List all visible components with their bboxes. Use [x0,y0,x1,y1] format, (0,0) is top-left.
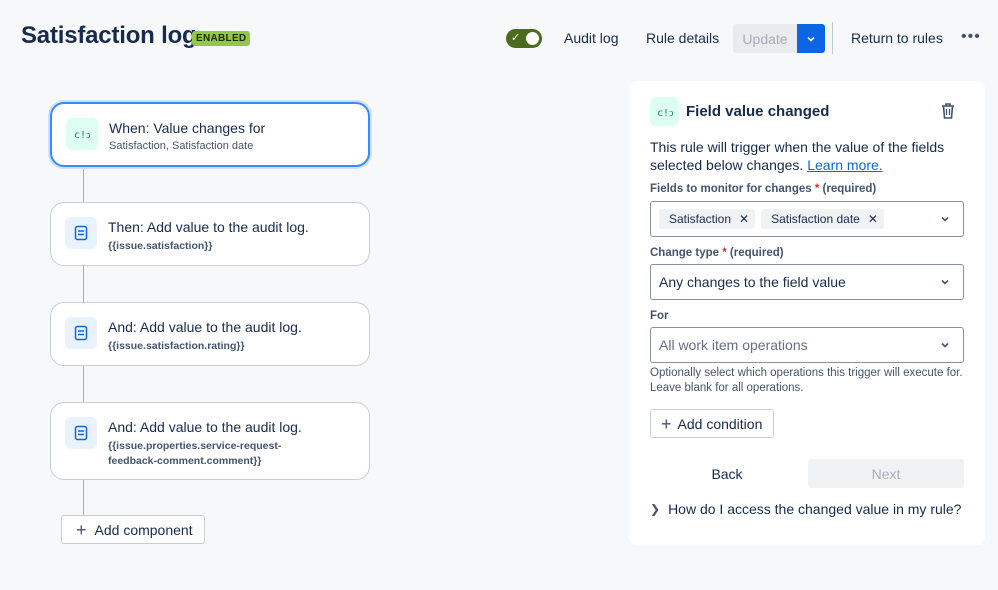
select-placeholder: All work item operations [659,337,808,353]
remove-chip-icon[interactable]: ✕ [739,212,749,226]
flow-card-action[interactable]: Then: Add value to the audit log. {{issu… [50,202,370,266]
page-title: Satisfaction log [21,22,197,49]
flow-connector [83,480,84,516]
header-divider [832,22,833,54]
fields-label: Fields to monitor for changes * (require… [650,183,876,195]
rule-details-button[interactable]: Rule details [646,30,719,47]
field-chip: Satisfaction date ✕ [761,209,884,229]
plus-icon: + [661,413,672,434]
label-text: Fields to monitor for changes [650,183,812,195]
expander-label: How do I access the changed value in my … [668,501,962,517]
card-subtitle: {{issue.satisfaction}} [108,240,213,252]
audit-log-icon [65,417,97,449]
chevron-down-icon [941,279,949,285]
required-text: (required) [729,247,784,259]
fields-multiselect[interactable]: Satisfaction ✕ Satisfaction date ✕ [650,201,964,237]
trigger-icon: c!ↄ [650,97,679,126]
change-type-select[interactable]: Any changes to the field value [650,264,964,300]
help-expander[interactable]: ❯ How do I access the changed value in m… [650,501,961,517]
chevron-down-icon [807,36,815,42]
card-subtitle: Satisfaction, Satisfaction date [109,140,254,152]
flow-connector [83,167,84,203]
field-chip: Satisfaction ✕ [659,209,756,229]
card-title: And: Add value to the audit log. [108,319,302,335]
panel-description: This rule will trigger when the value of… [650,138,970,174]
flow-card-trigger[interactable]: c!ↄ When: Value changes for Satisfaction… [50,102,370,167]
svg-text:c!ↄ: c!ↄ [657,108,673,118]
update-button[interactable]: Update [733,24,797,53]
change-type-label: Change type * (required) [650,247,784,259]
chevron-right-icon: ❯ [650,502,661,516]
flow-card-action[interactable]: And: Add value to the audit log. {{issue… [50,302,370,366]
more-actions-icon[interactable]: ••• [961,28,981,46]
audit-log-button[interactable]: Audit log [564,30,618,47]
add-condition-button[interactable]: + Add condition [650,409,774,438]
flow-connector [83,366,84,402]
status-badge: ENABLED [192,31,251,46]
add-condition-label: Add condition [677,415,763,432]
select-value: Any changes to the field value [659,274,846,290]
next-button[interactable]: Next [808,459,964,488]
chip-label: Satisfaction [669,212,732,226]
label-text: Change type [650,247,720,259]
required-marker: * [814,183,820,195]
svg-text:c!ↄ: c!ↄ [74,130,90,140]
rule-enabled-toggle[interactable]: ✓ [506,29,542,48]
update-options-button[interactable] [797,24,825,53]
audit-log-icon [65,317,97,349]
check-icon: ✓ [511,32,521,44]
trash-icon[interactable] [940,102,956,125]
trigger-icon: c!ↄ [66,118,98,150]
description-text: This rule will trigger when the value of… [650,139,945,173]
card-subtitle: {{issue.properties.service-request-feedb… [108,440,282,467]
chevron-down-icon [941,342,949,348]
return-to-rules-button[interactable]: Return to rules [851,30,943,47]
component-config-panel: c!ↄ Field value changed This rule will t… [629,81,985,545]
back-button[interactable]: Back [689,459,765,488]
add-component-button[interactable]: + Add component [61,515,205,544]
chevron-down-icon [941,216,949,222]
required-marker: * [722,247,727,259]
operations-select[interactable]: All work item operations [650,327,964,363]
required-text: (required) [822,183,877,195]
panel-title: Field value changed [686,103,830,120]
flow-connector [83,266,84,302]
card-title: And: Add value to the audit log. [108,419,302,435]
audit-log-icon [65,217,97,249]
toggle-knob [526,32,539,45]
card-title: Then: Add value to the audit log. [108,219,309,235]
remove-chip-icon[interactable]: ✕ [868,212,878,226]
learn-more-link[interactable]: Learn more. [807,157,882,173]
operations-help-text: Optionally select which operations this … [650,367,963,394]
add-component-label: Add component [94,521,193,538]
for-label: For [650,310,669,322]
plus-icon: + [76,519,87,540]
card-title: When: Value changes for [109,120,266,136]
flow-card-action[interactable]: And: Add value to the audit log. {{issue… [50,402,370,480]
card-subtitle: {{issue.satisfaction.rating}} [108,340,245,352]
chip-label: Satisfaction date [771,212,860,226]
